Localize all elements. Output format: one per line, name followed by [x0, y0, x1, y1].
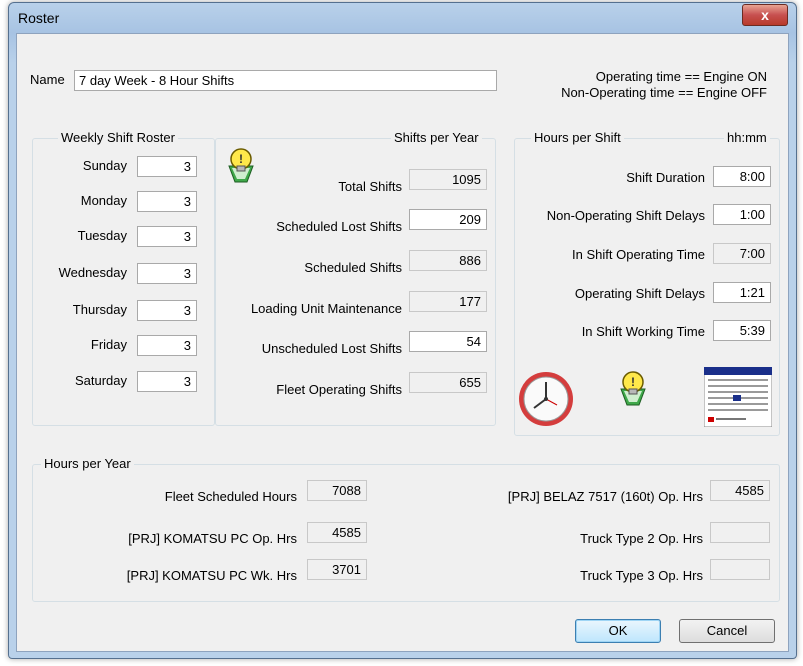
hours-shift-field-1[interactable]: 1:00 — [713, 204, 771, 225]
year-left-field-0: 7088 — [307, 480, 367, 501]
day-input-sunday[interactable]: 3 — [137, 156, 197, 177]
year-right-field-1 — [710, 522, 770, 543]
hours-per-shift-unit: hh:mm — [724, 130, 770, 145]
day-input-saturday[interactable]: 3 — [137, 371, 197, 392]
day-label-monday: Monday — [80, 193, 127, 208]
shifts-per-year-title: Shifts per Year — [391, 130, 482, 145]
year-right-label-0: [PRJ] BELAZ 7517 (160t) Op. Hrs — [507, 489, 703, 504]
hours-per-shift-title: Hours per Shift — [531, 130, 624, 145]
title-bar[interactable]: Roster x — [9, 3, 796, 33]
shift-label-2: Scheduled Shifts — [304, 260, 402, 275]
year-left-label-2: [PRJ] KOMATSU PC Wk. Hrs — [126, 568, 297, 583]
shift-label-0: Total Shifts — [338, 179, 402, 194]
shift-field-4[interactable]: 54 — [409, 331, 487, 352]
day-input-monday[interactable]: 3 — [137, 191, 197, 212]
hours-shift-field-0[interactable]: 8:00 — [713, 166, 771, 187]
hours-shift-field-4[interactable]: 5:39 — [713, 320, 771, 341]
shift-field-3: 177 — [409, 291, 487, 312]
weekly-roster-title: Weekly Shift Roster — [58, 130, 178, 145]
hours-per-year-title: Hours per Year — [41, 456, 134, 471]
hours-shift-label-0: Shift Duration — [626, 170, 705, 185]
shift-field-0: 1095 — [409, 169, 487, 190]
name-label: Name — [30, 72, 65, 87]
day-input-wednesday[interactable]: 3 — [137, 263, 197, 284]
hours-shift-label-4: In Shift Working Time — [581, 324, 705, 339]
day-label-wednesday: Wednesday — [58, 265, 127, 280]
year-right-label-1: Truck Type 2 Op. Hrs — [580, 531, 703, 546]
hours-shift-field-2: 7:00 — [713, 243, 771, 264]
shift-label-3: Loading Unit Maintenance — [250, 301, 402, 316]
name-input[interactable]: 7 day Week - 8 Hour Shifts — [74, 70, 497, 91]
year-right-label-2: Truck Type 3 Op. Hrs — [580, 568, 703, 583]
day-input-thursday[interactable]: 3 — [137, 300, 197, 321]
day-label-friday: Friday — [90, 337, 127, 352]
shift-label-1: Scheduled Lost Shifts — [276, 219, 402, 234]
cancel-button[interactable]: Cancel — [679, 619, 775, 643]
dialog-body: Name 7 day Week - 8 Hour Shifts Operatin… — [16, 33, 789, 652]
day-label-sunday: Sunday — [82, 158, 127, 173]
shift-label-5: Fleet Operating Shifts — [276, 382, 402, 397]
shift-field-2: 886 — [409, 250, 487, 271]
year-left-field-1: 4585 — [307, 522, 367, 543]
year-left-label-1: [PRJ] KOMATSU PC Op. Hrs — [128, 531, 297, 546]
window-title: Roster — [18, 10, 60, 26]
hours-shift-label-1: Non-Operating Shift Delays — [546, 208, 705, 223]
calendar-icon[interactable] — [703, 366, 773, 428]
shift-label-4: Unscheduled Lost Shifts — [261, 341, 402, 356]
year-right-field-2 — [710, 559, 770, 580]
shift-field-5: 655 — [409, 372, 487, 393]
hours-shift-field-3[interactable]: 1:21 — [713, 282, 771, 303]
clock-icon[interactable] — [517, 370, 575, 428]
hours-shift-label-2: In Shift Operating Time — [572, 247, 705, 262]
day-input-friday[interactable]: 3 — [137, 335, 197, 356]
svg-text:!: ! — [631, 375, 635, 389]
year-left-field-2: 3701 — [307, 559, 367, 580]
day-label-thursday: Thursday — [72, 302, 127, 317]
year-right-field-0: 4585 — [710, 480, 770, 501]
day-input-tuesday[interactable]: 3 — [137, 226, 197, 247]
roster-dialog: Roster x Name 7 day Week - 8 Hour Shifts… — [8, 2, 797, 659]
close-button[interactable]: x — [742, 4, 788, 26]
note-non-operating: Non-Operating time == Engine OFF — [561, 85, 767, 100]
ok-button[interactable]: OK — [575, 619, 661, 643]
day-label-saturday: Saturday — [74, 373, 127, 388]
hours-shift-label-3: Operating Shift Delays — [574, 286, 705, 301]
year-left-label-0: Fleet Scheduled Hours — [164, 489, 297, 504]
shift-field-1[interactable]: 209 — [409, 209, 487, 230]
note-operating: Operating time == Engine ON — [595, 69, 767, 84]
day-label-tuesday: Tuesday — [77, 228, 127, 243]
svg-text:!: ! — [239, 152, 243, 166]
lightbulb-icon[interactable]: ! — [617, 369, 649, 409]
